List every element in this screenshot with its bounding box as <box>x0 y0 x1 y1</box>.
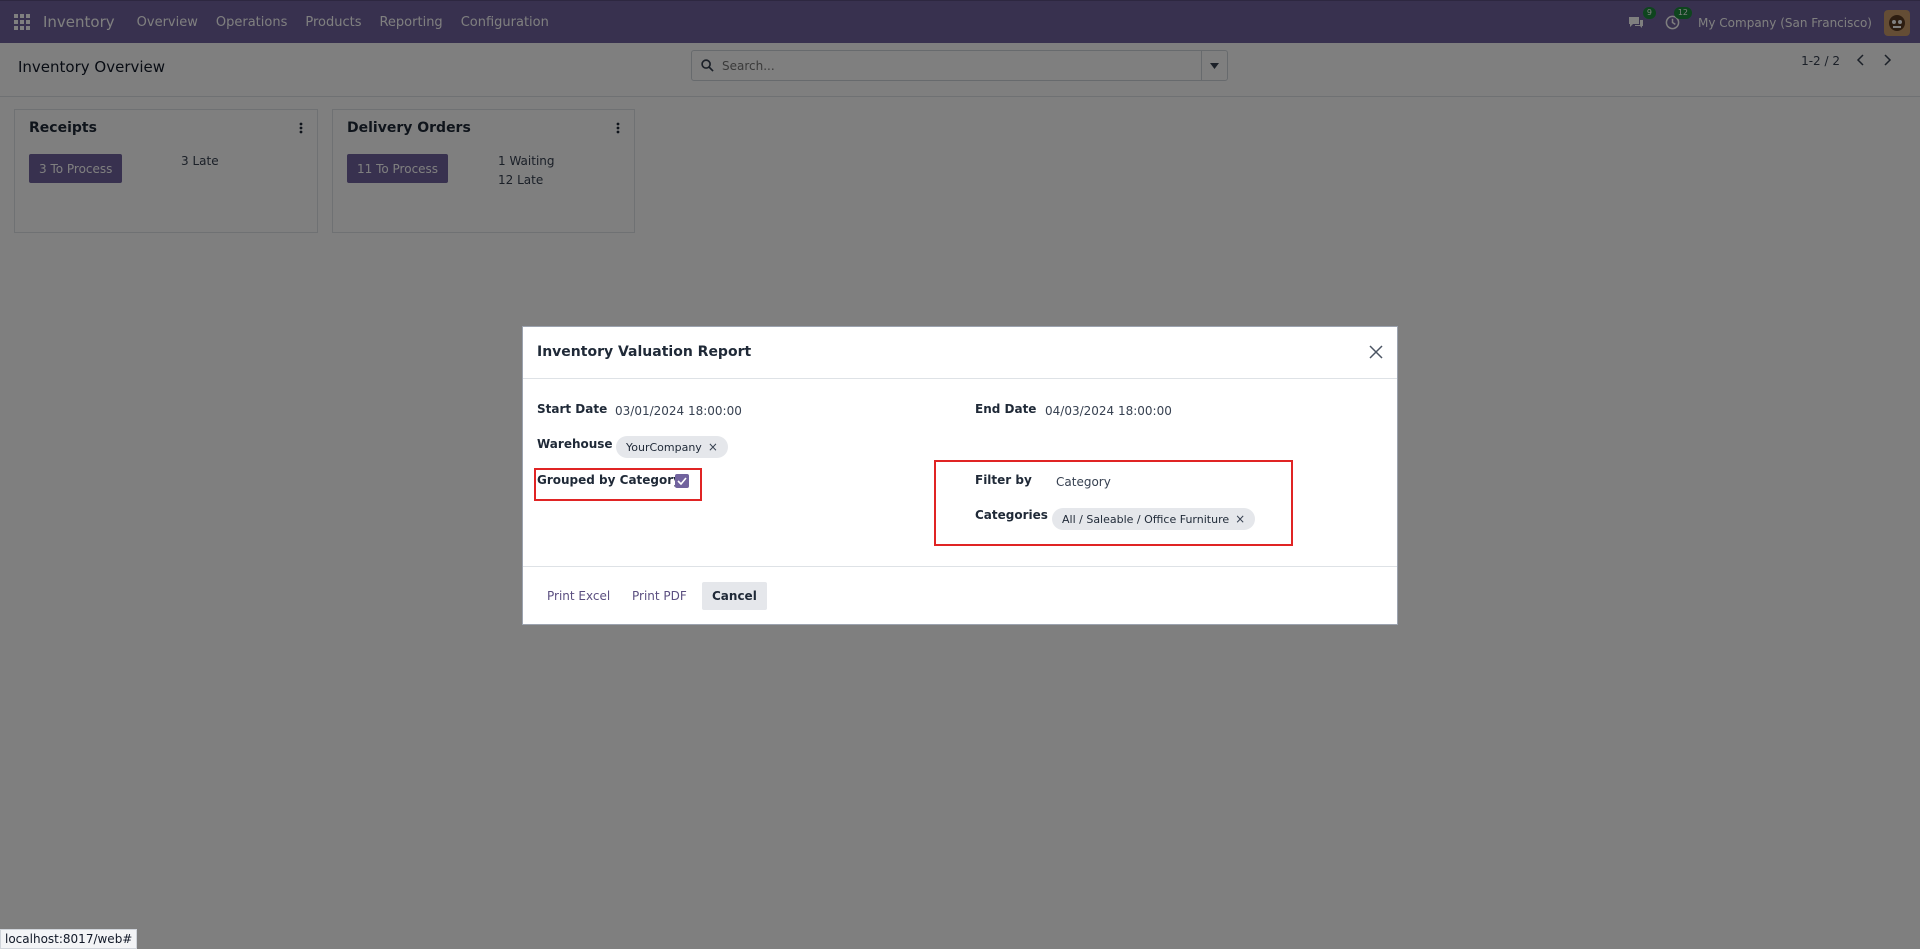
end-date-field[interactable]: 04/03/2024 18:00:00 <box>1045 404 1172 418</box>
grouped-highlight-box <box>534 468 702 501</box>
filter-highlight-box <box>934 460 1293 546</box>
end-date-label: End Date <box>975 402 1037 416</box>
warehouse-tag-label: YourCompany <box>626 440 702 454</box>
modal-title: Inventory Valuation Report <box>537 344 752 360</box>
close-icon[interactable] <box>1367 343 1385 361</box>
inventory-valuation-dialog: Inventory Valuation Report Start Date 03… <box>522 326 1398 625</box>
warehouse-label: Warehouse <box>537 437 613 451</box>
start-date-label: Start Date <box>537 402 608 416</box>
warehouse-tag: YourCompany × <box>616 436 728 458</box>
modal-footer: Print Excel Print PDF Cancel <box>523 566 1397 624</box>
remove-tag-icon[interactable]: × <box>708 440 718 454</box>
status-url-bar: localhost:8017/web# <box>0 929 138 949</box>
print-excel-button[interactable]: Print Excel <box>537 582 620 610</box>
print-pdf-button[interactable]: Print PDF <box>622 582 697 610</box>
modal-header: Inventory Valuation Report <box>523 327 1397 379</box>
start-date-field[interactable]: 03/01/2024 18:00:00 <box>615 404 742 418</box>
cancel-button[interactable]: Cancel <box>702 582 767 610</box>
